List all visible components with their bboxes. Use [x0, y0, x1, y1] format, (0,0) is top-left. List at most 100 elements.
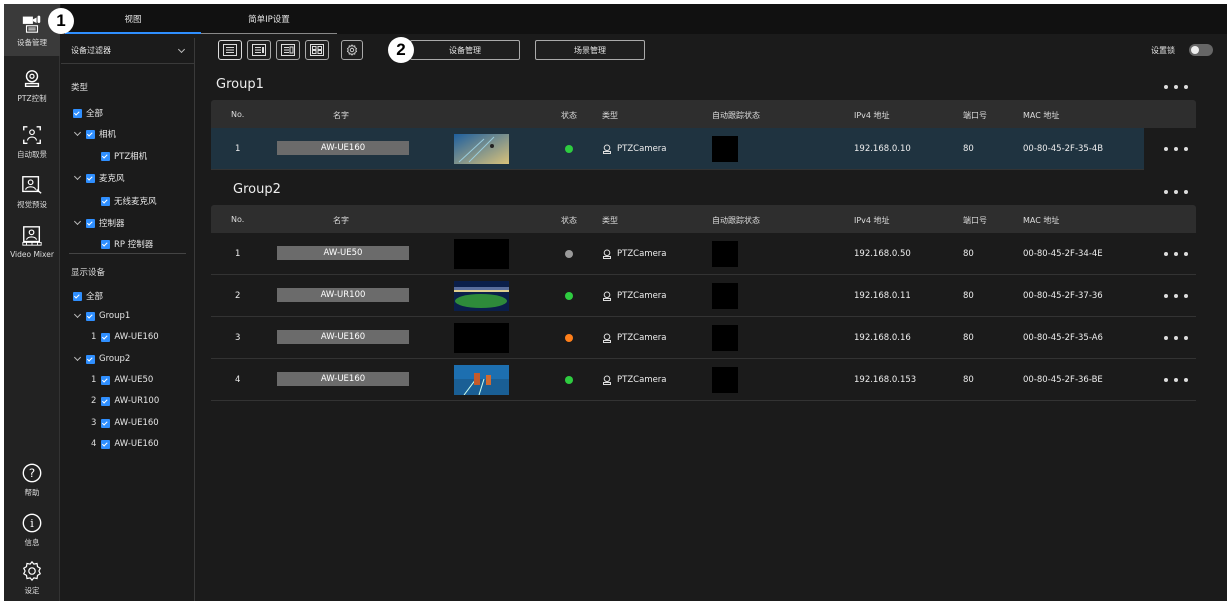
device-filter-header[interactable]: 设备过滤器 [61, 38, 194, 64]
device-type-label: PTZCamera [617, 291, 667, 301]
group-title: Group1 [216, 77, 264, 92]
device-name-field[interactable]: AW-UE160 [277, 330, 409, 344]
tab-simple-ip-settings[interactable]: 简单IP设置 [201, 4, 337, 34]
rail-label: 信息 [24, 538, 40, 547]
device-name-field[interactable]: AW-UR100 [277, 288, 409, 302]
help-icon: ? [22, 463, 42, 483]
ipv4-address: 192.168.0.16 [854, 333, 911, 343]
table-row[interactable]: 1 AW-UE50 PTZCamera 192.168.0.50 80 00-80-45-… [211, 233, 1196, 275]
auto-tracking-status [712, 241, 738, 267]
rail-ptz-control[interactable]: PTZ控制 [4, 60, 60, 112]
layout-list-2-button[interactable] [247, 40, 271, 60]
filter-label: 相机 [99, 130, 117, 140]
filter-group2[interactable]: Group2 [73, 353, 130, 364]
filter-label: 全部 [86, 109, 104, 119]
status-dot-icon [565, 292, 573, 300]
list-view-1-icon [223, 44, 237, 56]
table-row[interactable]: 3 AW-UE160 PTZCamera 192.168.0.16 80 00-80-45… [211, 317, 1196, 359]
visual-preset-icon [22, 176, 42, 194]
device-name-field[interactable]: AW-UE160 [277, 141, 409, 155]
checkbox-checked-icon [73, 108, 82, 118]
rail-help[interactable]: ? 帮助 [4, 454, 60, 506]
tab-bar: 视图 简单IP设置 [61, 4, 1227, 34]
col-mac: MAC 地址 [1023, 111, 1060, 120]
device-type: PTZCamera [602, 275, 667, 317]
row-number: 1 [235, 249, 241, 259]
camera-thumbnail [454, 134, 509, 164]
mac-address: 00-80-45-2F-37-36 [1023, 291, 1103, 301]
list-view-2-icon [252, 44, 266, 56]
mac-address: 00-80-45-2F-35-4B [1023, 144, 1104, 154]
filter-group2-item-4[interactable]: 4 AW-UE160 [91, 439, 159, 449]
rail-video-mixer[interactable]: Video Mixer [4, 216, 60, 268]
row-more-button[interactable] [1164, 336, 1188, 340]
device-type: PTZCamera [602, 128, 667, 170]
row-more-button[interactable] [1164, 378, 1188, 382]
view-settings-button[interactable] [341, 40, 363, 60]
filter-type-camera[interactable]: 相机 [73, 128, 117, 140]
row-more-button[interactable] [1164, 147, 1188, 151]
filter-group1-item-1[interactable]: 1 AW-UE160 [91, 332, 159, 342]
rail-info[interactable]: i 信息 [4, 504, 60, 556]
chevron-down-icon [73, 172, 82, 181]
scene-management-button[interactable]: 场景管理 [535, 40, 645, 60]
ptz-camera-icon [603, 375, 611, 385]
row-more-button[interactable] [1164, 294, 1188, 298]
device-name-field[interactable]: AW-UE160 [277, 372, 409, 386]
filter-group2-item-2[interactable]: 2 AW-UR100 [91, 396, 159, 406]
checkbox-checked-icon [86, 129, 95, 139]
settings-lock-toggle[interactable] [1189, 44, 1213, 56]
mac-address: 00-80-45-2F-34-4E [1023, 249, 1103, 259]
chevron-down-icon [73, 310, 82, 319]
checkbox-checked-icon [101, 332, 111, 342]
status-dot-icon [565, 376, 573, 384]
group2-more-button[interactable] [1164, 190, 1188, 194]
rail-settings[interactable]: 设定 [4, 552, 60, 601]
filter-group1[interactable]: Group1 [73, 310, 130, 321]
table-header: No. 名字 状态 类型 自动跟踪状态 IPv4 地址 端口号 MAC 地址 [211, 205, 1196, 233]
col-status: 状态 [561, 111, 577, 120]
filter-type-wireless-mic[interactable]: 无线麦克风 [101, 195, 157, 207]
filter-type-all[interactable]: 全部 [73, 107, 103, 119]
callout-1: 1 [48, 8, 74, 34]
row-more-button[interactable] [1164, 252, 1188, 256]
col-no: No. [231, 215, 245, 224]
ptz-camera-icon [603, 144, 611, 154]
tab-view[interactable]: 视图 [65, 4, 201, 34]
group1-more-button[interactable] [1164, 85, 1188, 89]
filter-label: AW-UE160 [114, 418, 159, 428]
device-management-button[interactable]: 设备管理 [410, 40, 520, 60]
rail-auto-framing[interactable]: 自动取景 [4, 116, 60, 168]
auto-framing-icon [23, 126, 41, 144]
ptz-camera-icon [24, 70, 40, 88]
status-dot-icon [565, 250, 573, 258]
checkbox-checked-icon [86, 354, 95, 364]
divider [69, 253, 186, 254]
filter-label: AW-UE160 [114, 439, 159, 449]
item-number: 4 [91, 439, 97, 449]
layout-list-3-button[interactable] [276, 40, 300, 60]
gear-icon [346, 44, 358, 56]
table-row[interactable]: 1 AW-UE160 PTZCamera 192.168.0.10 80 00-80-45… [211, 128, 1196, 170]
filter-group2-item-1[interactable]: 1 AW-UE50 [91, 375, 153, 385]
button-label: 设备管理 [449, 45, 481, 55]
filter-type-ptz-camera[interactable]: PTZ相机 [101, 150, 147, 162]
device-type: PTZCamera [602, 317, 667, 359]
filter-label: AW-UR100 [114, 396, 160, 406]
gear-icon [22, 560, 42, 582]
filter-display-all[interactable]: 全部 [73, 290, 103, 302]
table-row[interactable]: 2 AW-UR100 PTZCamera 192.168.0.11 80 00-80-45… [211, 275, 1196, 317]
layout-list-1-button[interactable] [218, 40, 242, 60]
table-row[interactable]: 4 AW-UE160 PTZCamera 192.168.0.153 80 00-80-4… [211, 359, 1196, 401]
auto-tracking-status [712, 367, 738, 393]
filter-type-controller[interactable]: 控制器 [73, 217, 125, 229]
ptz-camera-icon [603, 249, 611, 259]
rail-visual-preset[interactable]: 视觉预设 [4, 166, 60, 218]
layout-grid-button[interactable] [305, 40, 329, 60]
filter-type-rp-controller[interactable]: RP 控制器 [101, 238, 153, 250]
row-number: 1 [235, 144, 241, 154]
filter-type-microphone[interactable]: 麦克风 [73, 172, 125, 184]
filter-group2-item-3[interactable]: 3 AW-UE160 [91, 418, 159, 428]
filter-label: RP 控制器 [114, 240, 154, 250]
device-name-field[interactable]: AW-UE50 [277, 246, 409, 260]
